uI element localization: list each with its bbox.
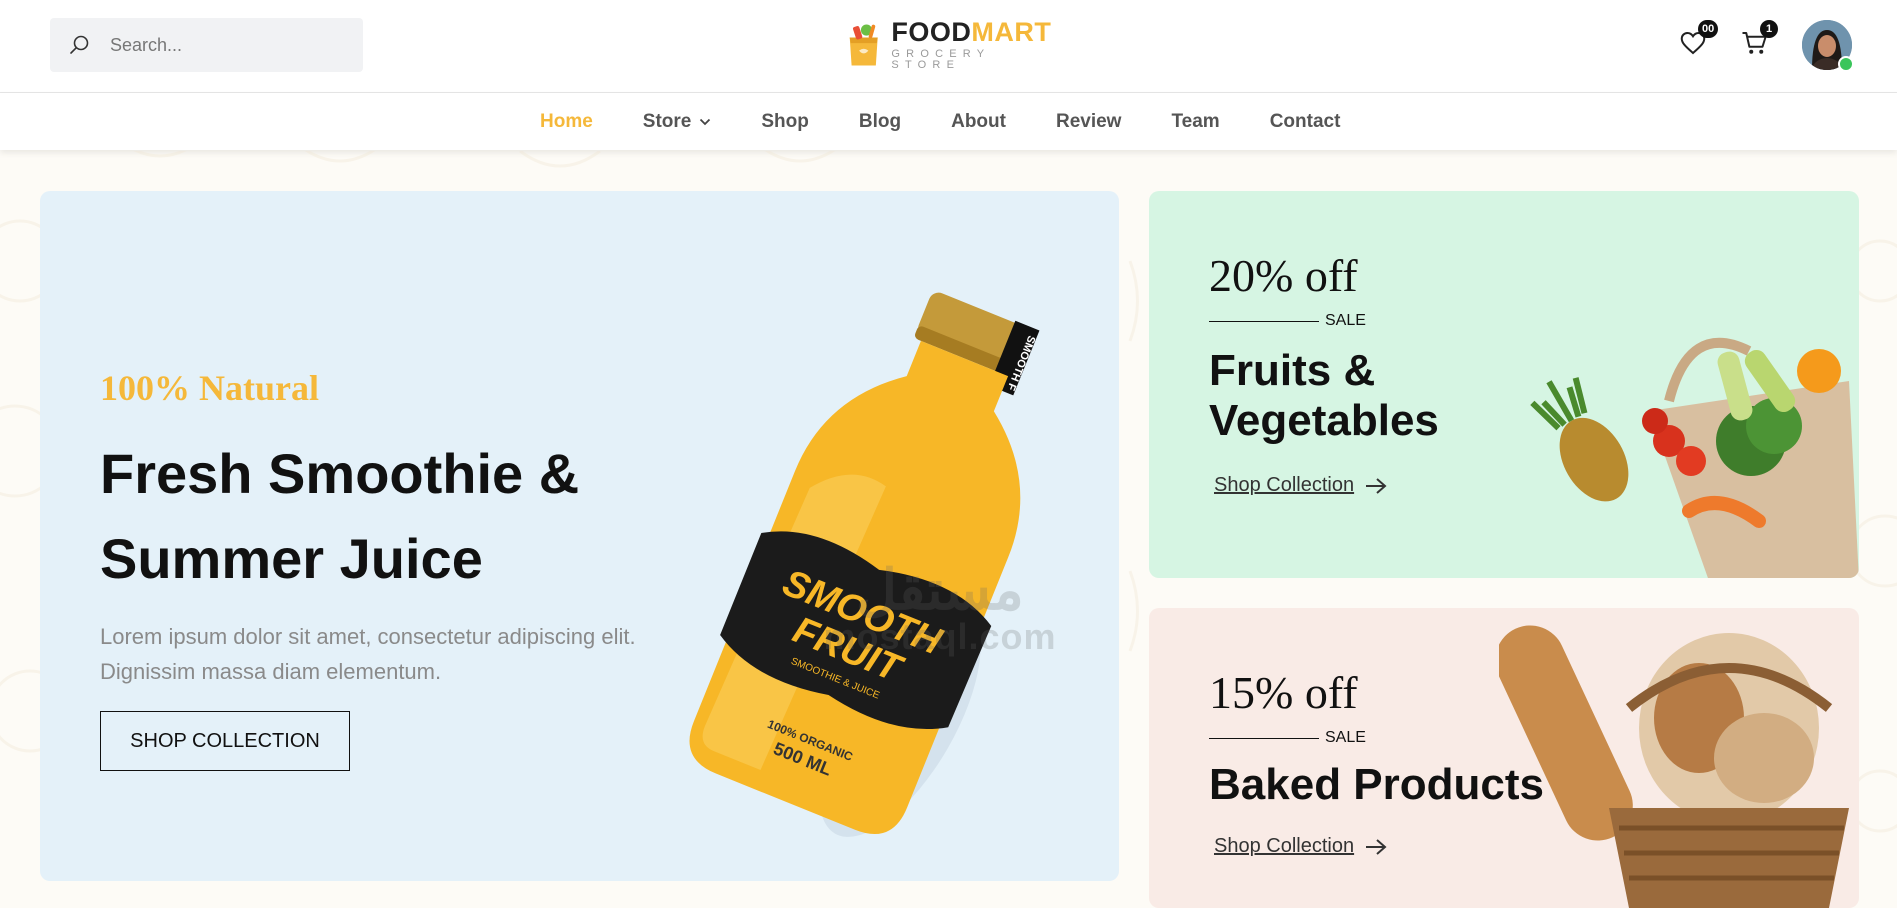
search-icon bbox=[70, 35, 89, 54]
hero-title-line1: Fresh Smoothie & bbox=[100, 442, 580, 505]
nav-shop-label: Shop bbox=[761, 110, 809, 132]
cart-button[interactable]: 1 bbox=[1740, 20, 1778, 62]
main-navigation: Home Store Shop Blog About Review Team C… bbox=[0, 93, 1897, 150]
nav-home[interactable]: Home bbox=[540, 111, 593, 133]
shop-collection-button[interactable]: SHOP COLLECTION bbox=[100, 711, 350, 771]
header-actions: 00 1 bbox=[1678, 20, 1854, 72]
nav-contact-label: Contact bbox=[1269, 110, 1341, 132]
search-input[interactable] bbox=[108, 33, 332, 57]
bread-basket-image bbox=[1499, 625, 1849, 908]
nav-team[interactable]: Team bbox=[1171, 111, 1219, 133]
chevron-down-icon bbox=[700, 118, 711, 125]
nav-shop[interactable]: Shop bbox=[761, 111, 809, 133]
promo-sale-tag: SALE bbox=[1209, 729, 1366, 747]
sale-divider bbox=[1209, 320, 1319, 322]
promo-card-fruits-vegetables: 20% off SALE Fruits & Vegetables Shop Co… bbox=[1149, 191, 1859, 578]
sale-divider bbox=[1209, 737, 1319, 739]
nav-review-label: Review bbox=[1055, 110, 1122, 132]
promo-title-line1: Baked Products bbox=[1209, 760, 1544, 809]
nav-home-label: Home bbox=[540, 110, 593, 132]
vegetable-bag-image bbox=[1530, 337, 1859, 578]
hero-kicker: 100% Natural bbox=[100, 368, 319, 408]
search-box[interactable] bbox=[50, 18, 363, 72]
wishlist-count-badge: 00 bbox=[1698, 20, 1719, 38]
nav-store-label: Store bbox=[642, 110, 692, 132]
hero-description-line2: Dignissim massa diam elementum. bbox=[100, 659, 442, 684]
shop-collection-link-label: Shop Collection bbox=[1214, 474, 1355, 496]
nav-store[interactable]: Store bbox=[643, 111, 712, 133]
nav-blog-label: Blog bbox=[858, 110, 902, 132]
user-avatar-button[interactable] bbox=[1802, 20, 1854, 72]
nav-blog[interactable]: Blog bbox=[859, 111, 901, 133]
hero-description: Lorem ipsum dolor sit amet, consectetur … bbox=[100, 619, 680, 689]
promo-discount: 15% off bbox=[1209, 667, 1358, 718]
brand-tagline: GROCERY STORE bbox=[891, 48, 991, 71]
brand-name-part2: MART bbox=[971, 17, 1052, 47]
nav-about-label: About bbox=[951, 110, 1006, 132]
promo-discount: 20% off bbox=[1209, 250, 1358, 301]
promo-title: Baked Products bbox=[1209, 760, 1544, 810]
brand-name-part1: FOOD bbox=[891, 17, 972, 47]
arrow-right-icon bbox=[1366, 838, 1387, 855]
watermark-latin: mostaql.com bbox=[823, 616, 1057, 657]
shop-collection-link-fruits[interactable]: Shop Collection bbox=[1214, 474, 1388, 497]
watermark-arabic: مستقل bbox=[856, 558, 1024, 621]
grocery-bag-logo-icon bbox=[849, 24, 878, 66]
watermark: مستقل mostaql.com bbox=[790, 560, 1090, 658]
online-status-dot bbox=[1838, 56, 1854, 72]
promo-sale-label: SALE bbox=[1325, 729, 1366, 746]
nav-team-label: Team bbox=[1171, 110, 1220, 132]
nav-review[interactable]: Review bbox=[1056, 111, 1121, 133]
promo-title-line2: Vegetables bbox=[1209, 396, 1439, 445]
promo-sale-tag: SALE bbox=[1209, 312, 1366, 330]
arrow-right-icon bbox=[1366, 477, 1387, 494]
cart-count-badge: 1 bbox=[1760, 20, 1778, 38]
hero-banner: 100% Natural Fresh Smoothie & Summer Jui… bbox=[40, 191, 1119, 881]
top-header: FOODMART GROCERY STORE 00 1 bbox=[0, 0, 1897, 93]
brand-logo[interactable]: FOODMART GROCERY STORE bbox=[846, 18, 1056, 72]
wishlist-button[interactable]: 00 bbox=[1678, 20, 1719, 62]
promo-title: Fruits & Vegetables bbox=[1209, 346, 1439, 446]
shop-collection-link-baked[interactable]: Shop Collection bbox=[1214, 835, 1388, 858]
hero-title: Fresh Smoothie & Summer Juice bbox=[100, 431, 660, 601]
nav-contact[interactable]: Contact bbox=[1270, 111, 1341, 133]
hero-title-line2: Summer Juice bbox=[100, 527, 483, 590]
promo-title-line1: Fruits & bbox=[1209, 346, 1376, 395]
promo-sale-label: SALE bbox=[1325, 312, 1366, 329]
nav-about[interactable]: About bbox=[951, 111, 1006, 133]
hero-description-line1: Lorem ipsum dolor sit amet, consectetur … bbox=[100, 624, 636, 649]
shop-collection-link-label: Shop Collection bbox=[1214, 835, 1355, 857]
promo-card-baked-products: 15% off SALE Baked Products Shop Collect… bbox=[1149, 608, 1859, 908]
